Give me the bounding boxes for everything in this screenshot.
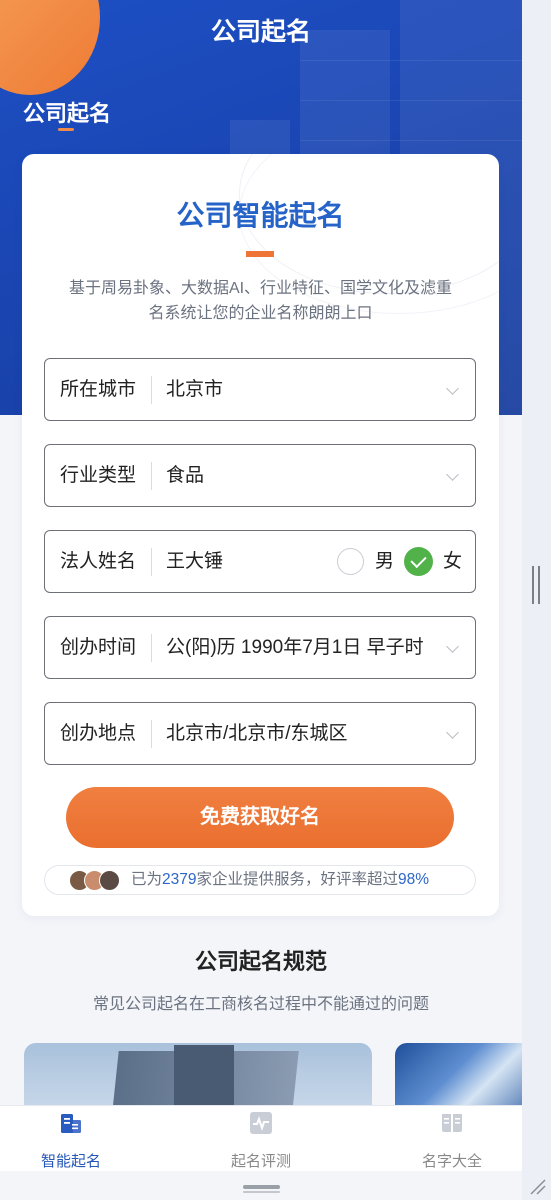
chevron-down-icon bbox=[446, 468, 459, 481]
tab-label: 名字大全 bbox=[421, 1153, 482, 1170]
tab-smart-naming[interactable]: 智能起名 bbox=[1, 1106, 141, 1172]
industry-select[interactable]: 行业类型 食品 bbox=[44, 444, 476, 507]
field-divider bbox=[151, 548, 152, 576]
gender-female-label[interactable]: 女 bbox=[443, 531, 462, 592]
bottom-tab-bar: 智能起名 起名评测 名字大全 bbox=[0, 1105, 522, 1171]
founding-time-value: 公(阳)历 1990年7月1日 早子时 bbox=[166, 637, 424, 658]
title-accent-bar bbox=[246, 251, 274, 257]
chevron-down-icon bbox=[446, 726, 459, 739]
field-divider bbox=[151, 634, 152, 662]
field-divider bbox=[151, 720, 152, 748]
home-indicator[interactable] bbox=[243, 1185, 280, 1189]
decor-line bbox=[300, 100, 522, 101]
tab-label: 智能起名 bbox=[40, 1153, 101, 1170]
tab-label: 起名评测 bbox=[230, 1153, 291, 1170]
naming-form-card: 公司智能起名 基于周易卦象、大数据AI、行业特征、国学文化及滤重名系统让您的企业… bbox=[22, 154, 499, 916]
positive-rating-rate: 98% bbox=[398, 871, 430, 888]
stats-prefix: 已为 bbox=[131, 871, 163, 888]
served-company-count: 2379 bbox=[162, 871, 197, 888]
city-label: 所在城市 bbox=[60, 379, 137, 400]
gender-male-label[interactable]: 男 bbox=[375, 531, 394, 592]
stats-middle: 家企业提供服务，好评率超过 bbox=[196, 871, 399, 888]
scrollbar-handle[interactable] bbox=[532, 566, 540, 604]
page-title: 公司起名 bbox=[210, 18, 311, 46]
tab-indicator bbox=[58, 128, 74, 131]
building-icon bbox=[61, 1114, 81, 1133]
field-divider bbox=[151, 462, 152, 490]
get-free-name-button[interactable]: 免费获取好名 bbox=[66, 787, 454, 848]
category-tab[interactable]: 公司起名 bbox=[23, 96, 111, 128]
home-indicator-shadow bbox=[243, 1191, 280, 1193]
tab-name-evaluation[interactable]: 起名评测 bbox=[191, 1106, 331, 1172]
decor-line bbox=[300, 140, 522, 141]
card-title: 公司智能起名 bbox=[176, 200, 345, 231]
service-stats-text: 已为2379家企业提供服务，好评率超过98% bbox=[131, 866, 429, 894]
legal-person-name-input[interactable]: 王大锤 bbox=[166, 531, 223, 592]
field-divider bbox=[151, 376, 152, 404]
decor-line bbox=[300, 60, 522, 61]
industry-label: 行业类型 bbox=[60, 465, 137, 486]
founding-place-label: 创办地点 bbox=[60, 723, 137, 744]
avatar bbox=[99, 870, 120, 891]
resize-grip-icon[interactable] bbox=[528, 1177, 546, 1195]
pulse-chart-icon bbox=[250, 1112, 272, 1134]
section-subtitle: 常见公司起名在工商核名过程中不能通过的问题 bbox=[92, 996, 429, 1013]
card-description: 基于周易卦象、大数据AI、行业特征、国学文化及滤重名系统让您的企业名称朗朗上口 bbox=[68, 280, 453, 322]
service-stats-badge: 已为2379家企业提供服务，好评率超过98% bbox=[44, 865, 476, 895]
chevron-down-icon bbox=[446, 640, 459, 653]
book-icon bbox=[442, 1114, 462, 1132]
chevron-down-icon bbox=[446, 382, 459, 395]
section-title: 公司起名规范 bbox=[194, 949, 327, 974]
founding-time-select[interactable]: 创办时间 公(阳)历 1990年7月1日 早子时 bbox=[44, 616, 476, 679]
user-avatars bbox=[69, 870, 129, 891]
app-screen: 公司起名 公司起名 公司智能起名 基于周易卦象、大数据AI、行业特征、国学文化及… bbox=[0, 0, 522, 1200]
tab-name-collection[interactable]: 名字大全 bbox=[382, 1106, 522, 1172]
founding-place-select[interactable]: 创办地点 北京市/北京市/东城区 bbox=[44, 702, 476, 765]
founding-place-value: 北京市/北京市/东城区 bbox=[166, 723, 348, 744]
gender-male-radio[interactable] bbox=[337, 548, 364, 575]
industry-value: 食品 bbox=[166, 465, 205, 486]
founding-time-label: 创办时间 bbox=[60, 637, 137, 658]
gender-female-radio-checked-icon[interactable] bbox=[404, 547, 433, 576]
city-select[interactable]: 所在城市 北京市 bbox=[44, 358, 476, 421]
city-value: 北京市 bbox=[166, 379, 224, 400]
legal-person-label: 法人姓名 bbox=[60, 551, 137, 572]
legal-person-field: 法人姓名 王大锤 男 女 bbox=[44, 530, 476, 593]
